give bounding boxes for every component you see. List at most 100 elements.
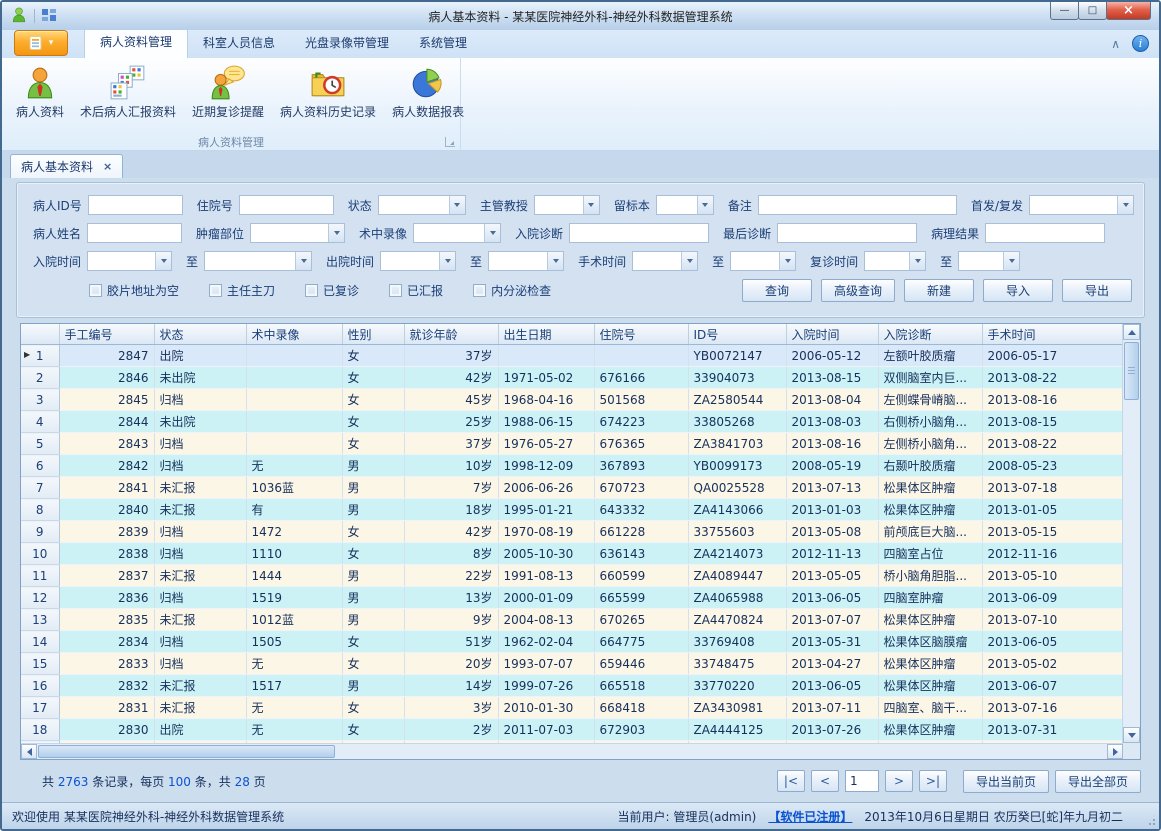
horizontal-scroll-thumb[interactable] bbox=[38, 745, 335, 758]
checkbox-endocrine-exam[interactable]: 内分泌检查 bbox=[473, 282, 551, 299]
page-number-input[interactable] bbox=[845, 770, 879, 792]
ribbon-tab-1[interactable]: 病人资料管理 bbox=[84, 27, 188, 58]
pathology-result-input[interactable] bbox=[985, 223, 1105, 243]
table-row[interactable]: 22846未出院女42岁1971-05-02676166339040732013… bbox=[21, 367, 1123, 389]
checkbox-reported[interactable]: 已汇报 bbox=[389, 282, 443, 299]
table-row[interactable]: 112837未汇报1444男22岁1991-08-13660599ZA40894… bbox=[21, 565, 1123, 587]
column-header-11[interactable]: 手术时间 bbox=[982, 324, 1123, 345]
table-row[interactable]: 92839归档1472女42岁1970-08-19661228337556032… bbox=[21, 521, 1123, 543]
vertical-scroll-thumb[interactable] bbox=[1124, 342, 1139, 400]
column-header-6[interactable]: 出生日期 bbox=[498, 324, 594, 345]
import-button[interactable]: 导入 bbox=[983, 279, 1053, 302]
layout-icon[interactable] bbox=[41, 7, 57, 26]
remark-input[interactable] bbox=[758, 195, 957, 215]
discharge-date-from-dropdown-icon[interactable] bbox=[439, 252, 455, 270]
revisit-date-from-combo[interactable] bbox=[864, 251, 926, 271]
scroll-down-icon[interactable] bbox=[1123, 727, 1140, 743]
discharge-date-to-dropdown-icon[interactable] bbox=[547, 252, 563, 270]
minimize-button[interactable]: — bbox=[1050, 2, 1079, 20]
surgery-video-combo[interactable] bbox=[413, 223, 501, 243]
status-dropdown-icon[interactable] bbox=[449, 196, 465, 214]
admission-date-from-combo[interactable] bbox=[87, 251, 172, 271]
revisit-date-to-combo[interactable] bbox=[958, 251, 1020, 271]
patient-name-input[interactable] bbox=[87, 223, 182, 243]
table-row[interactable]: 162832未汇报1517男14岁1999-07-266655183377022… bbox=[21, 675, 1123, 697]
close-button[interactable]: × bbox=[1106, 2, 1151, 20]
advanced-query-button[interactable]: 高级查询 bbox=[821, 279, 895, 302]
tumor-site-dropdown-icon[interactable] bbox=[328, 224, 344, 242]
admission-no-input[interactable] bbox=[239, 195, 334, 215]
admission-date-to-dropdown-icon[interactable] bbox=[295, 252, 311, 270]
surgery-date-from-dropdown-icon[interactable] bbox=[681, 252, 697, 270]
last-page-button[interactable]: >| bbox=[919, 770, 947, 792]
checkbox-revisited[interactable]: 已复诊 bbox=[305, 282, 359, 299]
first-page-button[interactable]: |< bbox=[777, 770, 805, 792]
table-row[interactable]: 82840未汇报有男18岁1995-01-21643332ZA414306620… bbox=[21, 499, 1123, 521]
new-button[interactable]: 新建 bbox=[904, 279, 974, 302]
table-row[interactable]: 72841未汇报1036蓝男7岁2006-06-26670723QA002552… bbox=[21, 477, 1123, 499]
ribbon-tab-2[interactable]: 科室人员信息 bbox=[188, 29, 290, 58]
admission-date-to-combo[interactable] bbox=[204, 251, 312, 271]
specimen-dropdown-icon[interactable] bbox=[697, 196, 713, 214]
table-row[interactable]: 42844未出院女25岁1988-06-15674223338052682013… bbox=[21, 411, 1123, 433]
export-button[interactable]: 导出 bbox=[1062, 279, 1132, 302]
resize-grip[interactable] bbox=[1145, 815, 1155, 825]
horizontal-scroll-track[interactable] bbox=[336, 744, 1107, 759]
dialog-launcher-icon[interactable] bbox=[445, 137, 455, 147]
history-record-button[interactable]: 病人资料历史记录 bbox=[273, 60, 383, 133]
admission-date-from-dropdown-icon[interactable] bbox=[155, 252, 171, 270]
scroll-up-icon[interactable] bbox=[1123, 324, 1140, 340]
scroll-left-icon[interactable] bbox=[21, 744, 37, 759]
data-report-button[interactable]: 病人数据报表 bbox=[385, 60, 471, 133]
professor-combo[interactable] bbox=[534, 195, 600, 215]
discharge-date-to-combo[interactable] bbox=[488, 251, 564, 271]
application-menu-button[interactable]: ▾ bbox=[14, 30, 68, 56]
surgery-date-to-combo[interactable] bbox=[730, 251, 796, 271]
tumor-site-combo[interactable] bbox=[250, 223, 345, 243]
revisit-reminder-button[interactable]: 近期复诊提醒 bbox=[185, 60, 271, 133]
table-row[interactable]: 142834归档1505女51岁1962-02-0466477533769408… bbox=[21, 631, 1123, 653]
table-row[interactable]: 102838归档1110女8岁2005-10-30636143ZA4214073… bbox=[21, 543, 1123, 565]
table-row[interactable]: ▶12847出院女37岁YB00721472006-05-12左额叶胶质瘤200… bbox=[21, 345, 1123, 367]
specimen-combo[interactable] bbox=[656, 195, 714, 215]
surgery-date-to-dropdown-icon[interactable] bbox=[779, 252, 795, 270]
registered-link[interactable]: 【软件已注册】 bbox=[768, 808, 852, 825]
export-current-page-button[interactable]: 导出当前页 bbox=[963, 770, 1049, 793]
column-header-2[interactable]: 状态 bbox=[154, 324, 246, 345]
ribbon-tab-3[interactable]: 光盘录像带管理 bbox=[290, 29, 404, 58]
postop-report-button[interactable]: 术后病人汇报资料 bbox=[73, 60, 183, 133]
surgery-date-from-combo[interactable] bbox=[632, 251, 698, 271]
table-row[interactable]: 182830出院无女2岁2011-07-03672903ZA4444125201… bbox=[21, 719, 1123, 741]
checkbox-chief-surgeon[interactable]: 主任主刀 bbox=[209, 282, 275, 299]
revisit-date-from-dropdown-icon[interactable] bbox=[909, 252, 925, 270]
table-row[interactable]: 172831未汇报无女3岁2010-01-30668418ZA343098120… bbox=[21, 697, 1123, 719]
table-row[interactable]: 32845归档女45岁1968-04-16501568ZA25805442013… bbox=[21, 389, 1123, 411]
table-row[interactable]: 52843归档女37岁1976-05-27676365ZA38417032013… bbox=[21, 433, 1123, 455]
tab-patient-basic-data[interactable]: 病人基本资料 × bbox=[10, 154, 123, 178]
column-header-5[interactable]: 就诊年龄 bbox=[404, 324, 498, 345]
professor-dropdown-icon[interactable] bbox=[583, 196, 599, 214]
column-header-9[interactable]: 入院时间 bbox=[786, 324, 878, 345]
collapse-ribbon-icon[interactable]: ∧ bbox=[1111, 39, 1120, 49]
column-header-selector[interactable] bbox=[21, 324, 59, 345]
prev-page-button[interactable]: < bbox=[811, 770, 839, 792]
checkbox-film-address-empty[interactable]: 胶片地址为空 bbox=[89, 282, 179, 299]
info-icon[interactable]: i bbox=[1132, 35, 1149, 52]
maximize-button[interactable]: □ bbox=[1078, 2, 1107, 20]
patient-data-button[interactable]: 病人资料 bbox=[9, 60, 71, 133]
column-header-7[interactable]: 住院号 bbox=[594, 324, 688, 345]
next-page-button[interactable]: > bbox=[885, 770, 913, 792]
admission-diagnosis-input[interactable] bbox=[569, 223, 709, 243]
scroll-right-icon[interactable] bbox=[1107, 744, 1123, 759]
status-combo[interactable] bbox=[378, 195, 466, 215]
final-diagnosis-input[interactable] bbox=[777, 223, 917, 243]
table-row[interactable]: 152833归档无女20岁1993-07-0765944633748475201… bbox=[21, 653, 1123, 675]
close-tab-icon[interactable]: × bbox=[103, 160, 112, 173]
table-row[interactable]: 62842归档无男10岁1998-12-09367893YB0099173200… bbox=[21, 455, 1123, 477]
first-or-relapse-dropdown-icon[interactable] bbox=[1117, 196, 1133, 214]
ribbon-tab-4[interactable]: 系统管理 bbox=[404, 29, 482, 58]
query-button[interactable]: 查询 bbox=[742, 279, 812, 302]
vertical-scrollbar[interactable] bbox=[1122, 324, 1140, 743]
column-header-4[interactable]: 性别 bbox=[342, 324, 404, 345]
vertical-scroll-track[interactable] bbox=[1123, 402, 1140, 727]
